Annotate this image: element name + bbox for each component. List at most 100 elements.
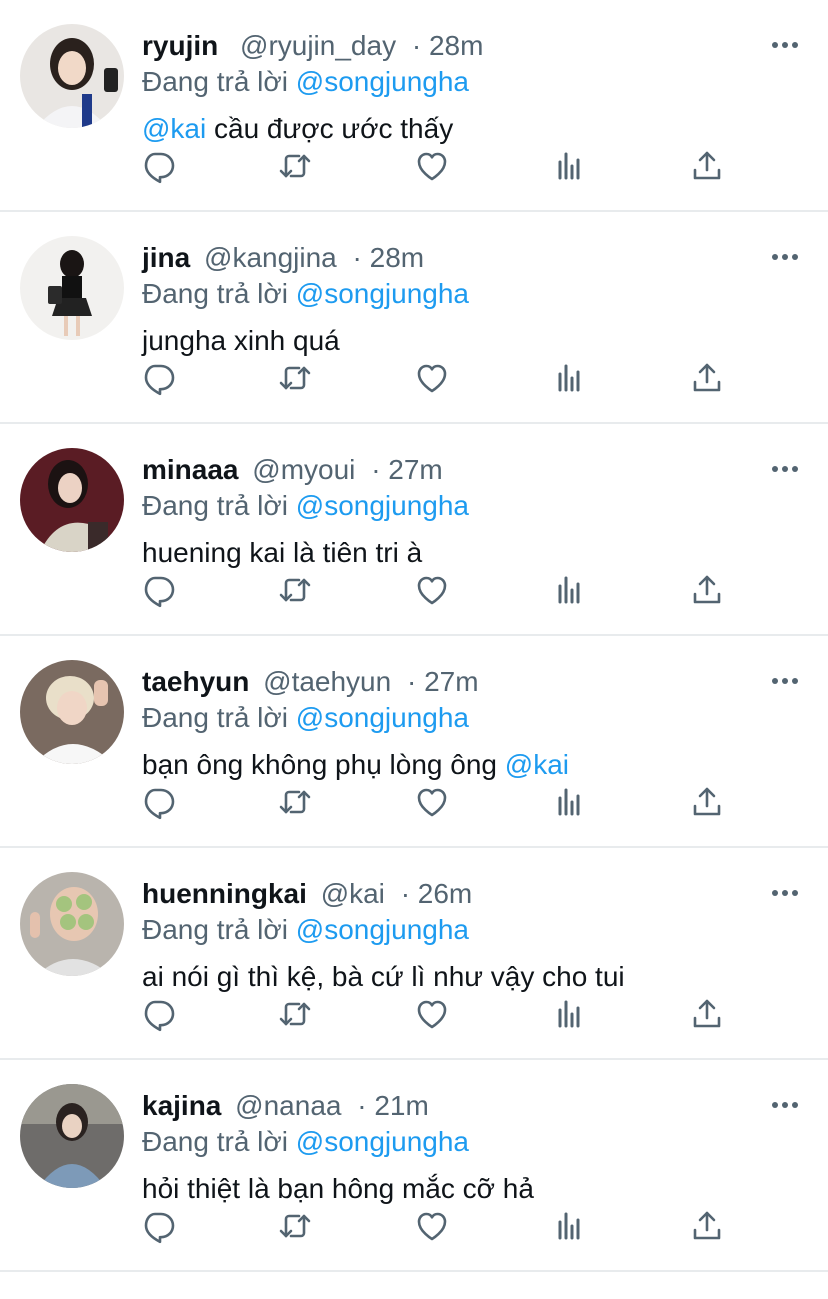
replying-prefix: Đang trả lời — [142, 66, 288, 97]
like-icon[interactable] — [414, 148, 450, 184]
replying-to-link[interactable]: @songjungha — [296, 914, 469, 945]
retweet-icon[interactable] — [277, 996, 313, 1032]
more-icon[interactable] — [770, 666, 800, 696]
reply-icon[interactable] — [140, 784, 176, 820]
replying-to: Đang trả lời @songjungha — [142, 700, 469, 736]
replying-to: Đang trả lời @songjungha — [142, 912, 469, 948]
timestamp[interactable]: · 28m — [412, 30, 484, 61]
replying-to: Đang trả lời @songjungha — [142, 488, 469, 524]
avatar[interactable] — [20, 660, 124, 764]
handle[interactable]: @taehyun — [263, 666, 391, 697]
retweet-icon[interactable] — [277, 1208, 313, 1244]
reply-body: ai nói gì thì kệ, bà cứ lì như vậy cho t… — [142, 961, 625, 992]
views-icon[interactable] — [552, 996, 588, 1032]
more-icon[interactable] — [770, 30, 800, 60]
reply-header: taehyun @taehyun · 27m — [142, 664, 479, 700]
like-icon[interactable] — [414, 360, 450, 396]
reply-header: ryujin @ryujin_day · 28m — [142, 28, 483, 64]
timestamp[interactable]: · 28m — [353, 242, 425, 273]
more-icon[interactable] — [770, 242, 800, 272]
reply-text: bạn ông không phụ lòng ông @kai — [142, 746, 569, 784]
retweet-icon[interactable] — [277, 360, 313, 396]
display-name[interactable]: minaaa — [142, 454, 239, 485]
replying-prefix: Đang trả lời — [142, 278, 288, 309]
replying-to-link[interactable]: @songjungha — [296, 278, 469, 309]
mention-link-trailing[interactable]: @kai — [505, 749, 569, 780]
reply-icon[interactable] — [140, 1208, 176, 1244]
retweet-icon[interactable] — [277, 148, 313, 184]
reply-icon[interactable] — [140, 360, 176, 396]
views-icon[interactable] — [552, 148, 588, 184]
replying-prefix: Đang trả lời — [142, 702, 288, 733]
retweet-icon[interactable] — [277, 572, 313, 608]
timestamp[interactable]: · 27m — [407, 666, 479, 697]
reply-icon[interactable] — [140, 996, 176, 1032]
replying-to-link[interactable]: @songjungha — [296, 490, 469, 521]
display-name[interactable]: jina — [142, 242, 190, 273]
avatar[interactable] — [20, 872, 124, 976]
retweet-icon[interactable] — [277, 784, 313, 820]
like-icon[interactable] — [414, 572, 450, 608]
share-icon[interactable] — [689, 784, 725, 820]
reply-item[interactable]: jina @kangjina · 28m Đang trả lời @songj… — [0, 212, 828, 424]
reply-icon[interactable] — [140, 572, 176, 608]
like-icon[interactable] — [414, 784, 450, 820]
replying-to: Đang trả lời @songjungha — [142, 1124, 469, 1160]
display-name[interactable]: kajina — [142, 1090, 221, 1121]
reply-item[interactable]: huenningkai @kai · 26m Đang trả lời @son… — [0, 848, 828, 1060]
share-icon[interactable] — [689, 360, 725, 396]
reply-header: huenningkai @kai · 26m — [142, 876, 472, 912]
reply-body: hỏi thiệt là bạn hông mắc cỡ hả — [142, 1173, 534, 1204]
reply-text: hỏi thiệt là bạn hông mắc cỡ hả — [142, 1170, 534, 1208]
views-icon[interactable] — [552, 360, 588, 396]
avatar[interactable] — [20, 1084, 124, 1188]
reply-body: bạn ông không phụ lòng ông — [142, 749, 505, 780]
reply-text: jungha xinh quá — [142, 322, 340, 360]
action-bar — [0, 996, 828, 1036]
share-icon[interactable] — [689, 1208, 725, 1244]
reply-item[interactable]: kajina @nanaa · 21m Đang trả lời @songju… — [0, 1060, 828, 1272]
replying-to: Đang trả lời @songjungha — [142, 276, 469, 312]
avatar[interactable] — [20, 448, 124, 552]
action-bar — [0, 784, 828, 824]
reply-text: huening kai là tiên tri à — [142, 534, 422, 572]
views-icon[interactable] — [552, 572, 588, 608]
display-name[interactable]: ryujin — [142, 30, 218, 61]
display-name[interactable]: huenningkai — [142, 878, 307, 909]
mention-link[interactable]: @kai — [142, 113, 206, 144]
reply-item[interactable]: ryujin @ryujin_day · 28m Đang trả lời @s… — [0, 0, 828, 212]
reply-item[interactable]: taehyun @taehyun · 27m Đang trả lời @son… — [0, 636, 828, 848]
display-name[interactable]: taehyun — [142, 666, 249, 697]
reply-header: jina @kangjina · 28m — [142, 240, 424, 276]
share-icon[interactable] — [689, 148, 725, 184]
more-icon[interactable] — [770, 1090, 800, 1120]
timestamp[interactable]: · 26m — [401, 878, 473, 909]
handle[interactable]: @myoui — [252, 454, 355, 485]
replying-prefix: Đang trả lời — [142, 1126, 288, 1157]
timestamp[interactable]: · 21m — [357, 1090, 429, 1121]
replying-to-link[interactable]: @songjungha — [296, 1126, 469, 1157]
share-icon[interactable] — [689, 996, 725, 1032]
replying-to-link[interactable]: @songjungha — [296, 66, 469, 97]
avatar[interactable] — [20, 236, 124, 340]
handle[interactable]: @ryujin_day — [240, 30, 396, 61]
handle[interactable]: @kai — [321, 878, 385, 909]
more-icon[interactable] — [770, 454, 800, 484]
reply-body: huening kai là tiên tri à — [142, 537, 423, 568]
reply-icon[interactable] — [140, 148, 176, 184]
replying-to-link[interactable]: @songjungha — [296, 702, 469, 733]
handle[interactable]: @nanaa — [235, 1090, 341, 1121]
avatar[interactable] — [20, 24, 124, 128]
reply-header: kajina @nanaa · 21m — [142, 1088, 429, 1124]
like-icon[interactable] — [414, 1208, 450, 1244]
views-icon[interactable] — [552, 1208, 588, 1244]
reply-item[interactable]: minaaa @myoui · 27m Đang trả lời @songju… — [0, 424, 828, 636]
views-icon[interactable] — [552, 784, 588, 820]
timestamp[interactable]: · 27m — [371, 454, 443, 485]
reply-body: jungha xinh quá — [142, 325, 340, 356]
handle[interactable]: @kangjina — [204, 242, 337, 273]
replying-to: Đang trả lời @songjungha — [142, 64, 469, 100]
like-icon[interactable] — [414, 996, 450, 1032]
share-icon[interactable] — [689, 572, 725, 608]
more-icon[interactable] — [770, 878, 800, 908]
